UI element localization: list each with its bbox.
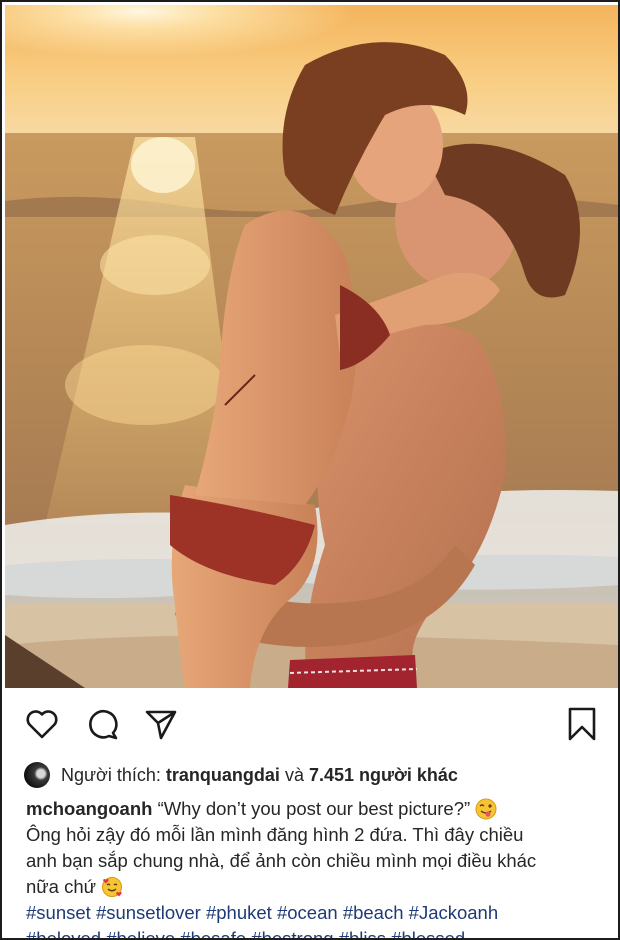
hashtag-link[interactable]: #ocean [277, 902, 338, 923]
hashtag-link[interactable]: #bestrong [251, 928, 333, 938]
post-actions-bar [2, 688, 618, 758]
hashtag-link[interactable]: #beach [343, 902, 404, 923]
likes-prefix: Người thích: [61, 764, 161, 785]
hashtags-line-2: #beloved #believe #besafe #bestrong #bli… [26, 926, 598, 938]
caption-username[interactable]: mchoangoanh [26, 798, 152, 819]
caption-line-3: anh bạn sắp chung nhà, để ảnh còn chiều … [26, 850, 537, 871]
liked-by-username[interactable]: tranquangdai [166, 765, 280, 786]
sunset-beach-image [5, 5, 618, 688]
likes-conjunction: và [284, 764, 304, 785]
hashtag-link[interactable]: #beloved [26, 928, 101, 938]
hashtag-link[interactable]: #believe [106, 928, 175, 938]
hashtag-link[interactable]: #sunsetlover [96, 902, 201, 923]
caption-line-2: Ông hỏi zậy đó mỗi lần mình đăng hình 2 … [26, 824, 524, 845]
post-caption: mchoangoanh “Why don’t you post our best… [26, 796, 598, 938]
hashtag-link[interactable]: #phuket [206, 902, 272, 923]
paper-plane-icon[interactable] [141, 704, 181, 744]
post-photo[interactable] [5, 5, 618, 688]
comment-bubble-icon[interactable] [82, 704, 122, 744]
heart-outline-icon[interactable] [22, 704, 62, 744]
smiling-face-with-hearts-icon [102, 877, 123, 897]
hashtag-link[interactable]: #Jackoanh [409, 902, 498, 923]
instagram-post: Người thích: tranquangdai và 7.451 người… [0, 0, 620, 940]
caption-line-4: nữa chứ [26, 876, 97, 897]
hashtag-link[interactable]: #besafe [180, 928, 246, 938]
caption-quote: “Why don’t you post our best picture?” [157, 798, 471, 819]
hashtag-link[interactable]: #bliss [339, 928, 386, 938]
likes-summary: Người thích: tranquangdai và 7.451 người… [24, 760, 458, 790]
hashtags-line-1: #sunset #sunsetlover #phuket #ocean #bea… [26, 900, 598, 926]
hashtag-link[interactable]: #blessed [391, 928, 465, 938]
winking-face-with-tongue-icon [475, 798, 497, 820]
hashtag-link[interactable]: #sunset [26, 902, 91, 923]
avatar[interactable] [24, 762, 50, 788]
likes-others-count[interactable]: 7.451 người khác [309, 765, 458, 786]
bookmark-icon[interactable] [562, 704, 602, 744]
